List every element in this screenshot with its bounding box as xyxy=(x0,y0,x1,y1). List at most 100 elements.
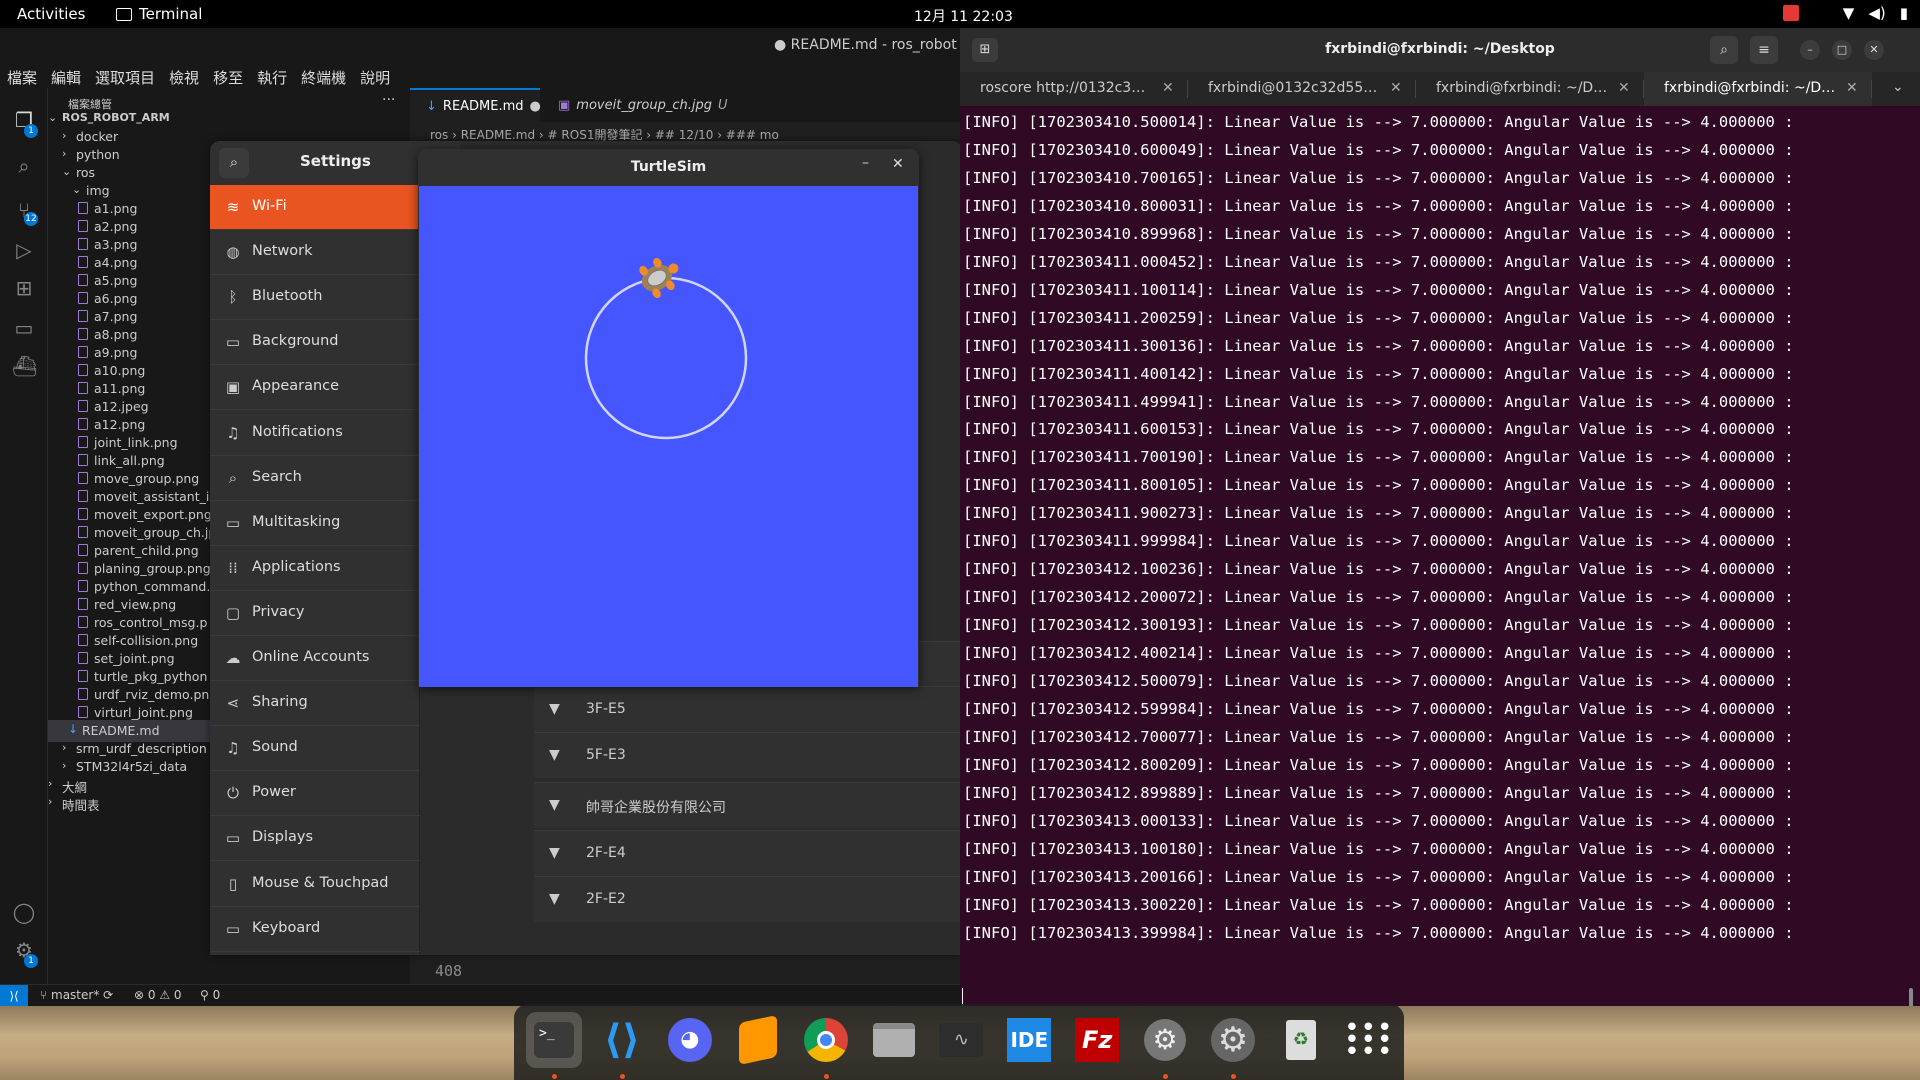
settings-app-icon[interactable]: ⚙ xyxy=(1137,1012,1193,1068)
settings-item-applications[interactable]: ⁞⁞ Applications xyxy=(210,546,420,591)
settings-item-label: Network xyxy=(252,243,313,260)
tab-close-icon[interactable]: ✕ xyxy=(1618,80,1630,96)
terminal-tab[interactable]: fxrbindi@0132c32d55… ✕ xyxy=(1188,72,1416,106)
settings-item-multitasking[interactable]: ▭ Multitasking xyxy=(210,501,420,546)
vscode-app-icon[interactable]: ⟨⟩ xyxy=(594,1012,650,1068)
cloud-icon: ☁ xyxy=(225,649,241,667)
extensions-icon[interactable]: ⊞ xyxy=(12,276,36,300)
settings-item-mouse-touchpad[interactable]: ▯ Mouse & Touchpad xyxy=(210,862,420,907)
chevron-down-icon: ⌄ xyxy=(72,183,82,196)
settings-item-network[interactable]: ◍ Network xyxy=(210,230,420,276)
settings-item-power[interactable]: ⏻ Power xyxy=(210,771,420,817)
wifi-network-row[interactable]: ▼ 2F-E4 xyxy=(534,830,960,876)
settings-item-displays[interactable]: ▭ Displays xyxy=(210,816,420,862)
run-debug-icon[interactable]: ▷ xyxy=(12,238,36,262)
settings-item-search[interactable]: ⌕ Search xyxy=(210,456,420,501)
ide-app-icon[interactable]: IDE xyxy=(1001,1012,1057,1068)
settings-item-wi-fi[interactable]: ≋ Wi-Fi xyxy=(210,185,420,230)
new-tab-icon[interactable]: ⊞ xyxy=(972,38,998,62)
show-apps-icon[interactable]: ••• ••• ••• xyxy=(1341,1012,1397,1068)
system-monitor-app-icon[interactable]: ∿ xyxy=(933,1012,989,1068)
wifi-network-row[interactable]: ▼ 3F-E5 xyxy=(534,686,960,732)
settings-item-background[interactable]: ▭ Background xyxy=(210,320,420,366)
wifi-network-row[interactable]: ▼ 2F-E2 xyxy=(534,876,960,922)
system-tray[interactable]: ▼ ◀) ▮ xyxy=(1782,4,1908,22)
turtlesim-window: TurtleSim – ✕ xyxy=(418,149,919,687)
app-menu[interactable]: Terminal xyxy=(116,5,202,23)
menu-selection[interactable]: 選取項目 xyxy=(88,64,162,88)
activities-button[interactable]: Activities xyxy=(17,5,85,23)
minimize-icon[interactable]: – xyxy=(1800,40,1820,60)
battery-icon[interactable]: ▮ xyxy=(1900,4,1908,22)
volume-icon[interactable]: ◀) xyxy=(1868,4,1885,22)
tree-item-label: urdf_rviz_demo.pn xyxy=(94,687,210,702)
running-indicator xyxy=(1231,1074,1236,1079)
tab-moveit-group[interactable]: ▣ moveit_group_ch.jpg U xyxy=(542,88,732,122)
settings-item-online-accounts[interactable]: ☁ Online Accounts xyxy=(210,636,420,681)
ports-count[interactable]: ⚲ 0 xyxy=(200,988,220,1002)
wifi-signal-icon: ▼ xyxy=(549,891,560,907)
minimize-button[interactable]: – xyxy=(862,155,869,171)
search-icon[interactable]: ⌕ xyxy=(1710,36,1738,64)
menu-file[interactable]: 檔案 xyxy=(0,64,44,88)
tab-close-icon[interactable]: ✕ xyxy=(1846,80,1858,96)
tab-close-icon[interactable]: ✕ xyxy=(1162,80,1174,96)
image-file-icon xyxy=(78,598,88,610)
terminal-tab[interactable]: roscore http://0132c3… ✕ xyxy=(960,72,1188,106)
close-button[interactable]: ✕ xyxy=(892,156,904,172)
log-line: [INFO] [1702303413.200166]: Linear Value… xyxy=(963,867,1794,886)
filezilla-app-icon[interactable]: Fz xyxy=(1069,1012,1125,1068)
settings-item-privacy[interactable]: ▢ Privacy xyxy=(210,591,420,636)
remote-indicator-icon[interactable]: ⟩⟨ xyxy=(0,985,28,1007)
docker-icon[interactable]: ⛴ xyxy=(12,354,37,378)
settings-search-button[interactable]: ⌕ xyxy=(219,148,249,178)
chrome-app-icon[interactable] xyxy=(798,1012,854,1068)
wifi-network-row[interactable]: ▼ 帥哥企業股份有限公司 xyxy=(534,782,960,828)
trash-app-icon[interactable]: ♻ xyxy=(1273,1012,1329,1068)
menu-view[interactable]: 檢視 xyxy=(162,64,206,88)
clock[interactable]: 12月 11 22:03 xyxy=(914,6,1013,26)
settings-item-sharing[interactable]: ⋖ Sharing xyxy=(210,681,420,727)
hamburger-menu-icon[interactable]: ≡ xyxy=(1750,36,1778,64)
gear-app-icon[interactable]: ⚙ xyxy=(1205,1012,1261,1068)
sublime-app-icon[interactable] xyxy=(730,1012,786,1068)
tab-close-icon[interactable]: ✕ xyxy=(1390,80,1402,96)
menu-go[interactable]: 移至 xyxy=(206,64,250,88)
log-line: [INFO] [1702303412.599984]: Linear Value… xyxy=(963,699,1794,718)
menu-edit[interactable]: 編輯 xyxy=(44,64,88,88)
input-method-icon[interactable] xyxy=(1782,5,1799,21)
close-icon[interactable]: ✕ xyxy=(1864,40,1884,60)
settings-item-keyboard[interactable]: ▭ Keyboard xyxy=(210,907,420,952)
account-icon[interactable]: ◯ xyxy=(12,900,36,924)
terminal-tab[interactable]: fxrbindi@fxrbindi: ~/D… ✕ xyxy=(1416,72,1644,106)
settings-item-notifications[interactable]: ♫ Notifications xyxy=(210,411,420,456)
tree-item-label: a5.png xyxy=(94,273,138,288)
menu-run[interactable]: 執行 xyxy=(250,64,294,88)
problems-count[interactable]: ⊗ 0 ⚠ 0 xyxy=(134,988,182,1002)
menu-terminal[interactable]: 終端機 xyxy=(294,64,353,88)
turtlesim-titlebar: TurtleSim – ✕ xyxy=(418,149,919,186)
tree-item-label: ROS_ROBOT_ARM xyxy=(62,111,170,124)
remote-explorer-icon[interactable]: ▭ xyxy=(12,316,36,340)
terminal-app-icon[interactable]: >_ xyxy=(526,1012,582,1068)
settings-item-bluetooth[interactable]: ᛒ Bluetooth xyxy=(210,275,420,321)
search-icon[interactable]: ⌕ xyxy=(12,154,36,178)
terminal-tab[interactable]: fxrbindi@fxrbindi: ~/D… ✕ xyxy=(1644,72,1872,106)
settings-item-appearance[interactable]: ▣ Appearance xyxy=(210,365,420,411)
tabs-overflow-chevron-icon[interactable]: ⌄ xyxy=(1892,79,1904,95)
bell-icon: ♫ xyxy=(226,423,240,442)
wifi-network-row[interactable]: ▼ 5F-E3 xyxy=(534,732,960,778)
tab-readme[interactable]: ↓ README.md ● xyxy=(410,88,541,122)
image-file-icon xyxy=(78,364,88,376)
explorer-more-button[interactable]: ··· xyxy=(382,92,395,108)
files-app-icon[interactable] xyxy=(866,1012,922,1068)
wifi-icon[interactable]: ▼ xyxy=(1843,4,1855,22)
menu-help[interactable]: 說明 xyxy=(353,64,397,88)
image-file-icon xyxy=(78,688,88,700)
discord-app-icon[interactable]: ◕ xyxy=(662,1012,718,1068)
git-branch[interactable]: ⑂ master* ⟳ xyxy=(40,988,113,1002)
terminal-output[interactable]: [INFO] [1702303410.500014]: Linear Value… xyxy=(960,106,1920,1028)
maximize-icon[interactable]: □ xyxy=(1832,40,1852,60)
settings-item-label: Online Accounts xyxy=(252,649,370,665)
settings-item-sound[interactable]: ♫ Sound xyxy=(210,726,420,772)
